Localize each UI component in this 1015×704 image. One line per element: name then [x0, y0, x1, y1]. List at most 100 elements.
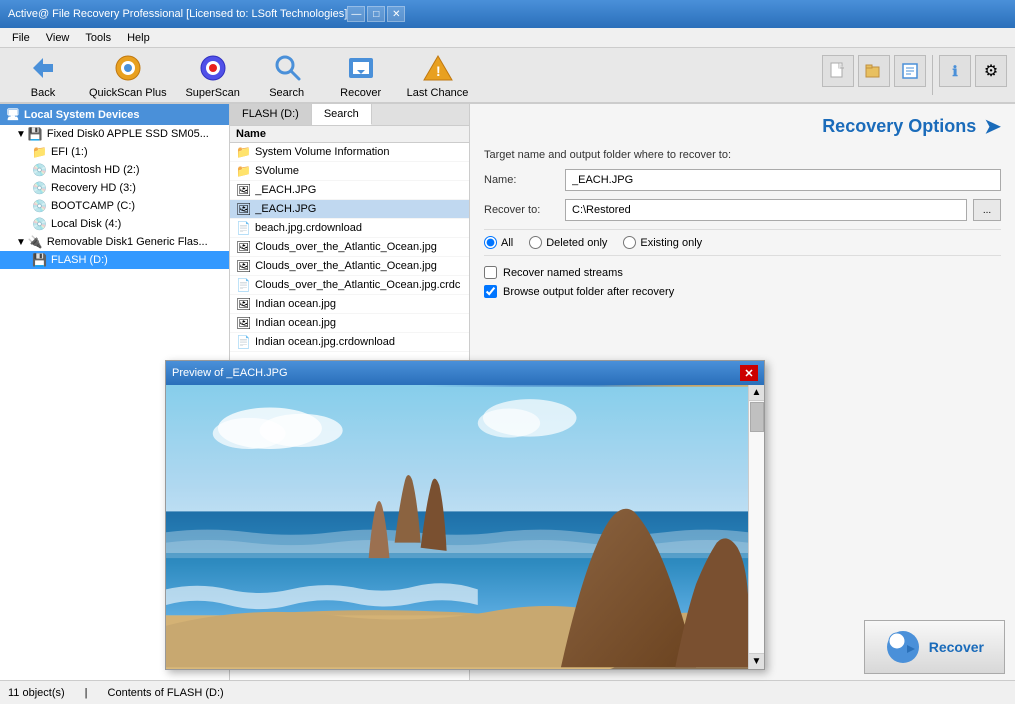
minimize-button[interactable]: — — [347, 6, 365, 22]
disk-icon: 💾 — [28, 127, 43, 141]
recover-main-button[interactable]: Recover — [864, 620, 1005, 674]
tab-search[interactable]: Search — [312, 104, 372, 125]
status-contents: Contents of FLASH (D:) — [108, 687, 224, 699]
file-list-header: Name — [230, 126, 469, 143]
browse-button[interactable]: ... — [973, 199, 1001, 221]
radio-all[interactable]: All — [484, 236, 513, 249]
preview-title: Preview of _EACH.JPG — [172, 367, 740, 379]
recover-to-input[interactable] — [565, 199, 967, 221]
scroll-track — [749, 401, 764, 653]
toolbar-right: ℹ ⚙ — [822, 55, 1007, 95]
image-icon: 🖼 — [236, 202, 251, 216]
preview-close-button[interactable]: ✕ — [740, 365, 758, 381]
scroll-up-button[interactable]: ▲ — [749, 385, 764, 401]
partition-icon: 💿 — [32, 217, 47, 231]
tree-item-efi[interactable]: 📁 EFI (1:) — [0, 143, 229, 161]
named-streams-checkbox[interactable] — [484, 266, 497, 279]
partition-icon: 💿 — [32, 181, 47, 195]
usb-icon: 🔌 — [28, 235, 43, 249]
app-title: Active@ File Recovery Professional [Lice… — [8, 8, 347, 20]
settings-button[interactable]: ⚙ — [975, 55, 1007, 87]
folder-icon: 📁 — [236, 145, 251, 159]
tree-item-local-disk[interactable]: 💿 Local Disk (4:) — [0, 215, 229, 233]
preview-content: ▲ ▼ — [166, 385, 764, 669]
file-item[interactable]: 🖼 Indian ocean.jpg — [230, 295, 469, 314]
preview-image — [166, 385, 748, 669]
close-button[interactable]: ✕ — [387, 6, 405, 22]
maximize-button[interactable]: □ — [367, 6, 385, 22]
expand-arrow-icon: ▼ — [16, 237, 26, 248]
file-item[interactable]: 📁 SVolume — [230, 162, 469, 181]
radio-deleted[interactable]: Deleted only — [529, 236, 607, 249]
browse-output-checkbox[interactable] — [484, 285, 497, 298]
preview-scrollbar[interactable]: ▲ ▼ — [748, 385, 764, 669]
panel-header: 🖥 Local System Devices — [0, 104, 229, 125]
file-item[interactable]: 🖼 Clouds_over_the_Atlantic_Ocean.jpg — [230, 238, 469, 257]
menu-help[interactable]: Help — [119, 30, 158, 46]
file-item[interactable]: 📄 beach.jpg.crdownload — [230, 219, 469, 238]
folder-icon: 📁 — [236, 164, 251, 178]
file-icon: 📄 — [236, 221, 251, 235]
lastchance-button[interactable]: ! Last Chance — [400, 51, 476, 99]
menu-tools[interactable]: Tools — [77, 30, 119, 46]
open-doc-button[interactable] — [858, 55, 890, 87]
tab-flash[interactable]: FLASH (D:) — [230, 104, 312, 125]
file-item[interactable]: 📄 Indian ocean.jpg.crdownload — [230, 333, 469, 352]
menubar: File View Tools Help — [0, 28, 1015, 48]
file-item[interactable]: 📄 Clouds_over_the_Atlantic_Ocean.jpg.crd… — [230, 276, 469, 295]
tab-bar: FLASH (D:) Search — [230, 104, 469, 126]
radio-existing[interactable]: Existing only — [623, 236, 702, 249]
checkbox-browse-output[interactable]: Browse output folder after recovery — [484, 285, 1001, 298]
file-item[interactable]: 🖼 _EACH.JPG — [230, 181, 469, 200]
menu-file[interactable]: File — [4, 30, 38, 46]
scroll-down-button[interactable]: ▼ — [749, 653, 764, 669]
recover-to-label: Recover to: — [484, 204, 559, 216]
name-input[interactable] — [565, 169, 1001, 191]
panel-header-icon: 🖥 — [6, 108, 20, 121]
image-icon: 🖼 — [236, 297, 251, 311]
partition-icon: 💿 — [32, 199, 47, 213]
tree-item-macintosh[interactable]: 💿 Macintosh HD (2:) — [0, 161, 229, 179]
back-icon — [27, 52, 59, 84]
file-item[interactable]: 📁 System Volume Information — [230, 143, 469, 162]
recovery-title: Recovery Options ➤ — [484, 114, 1001, 139]
recover-button-area: Recover — [864, 620, 1005, 674]
toolbar-separator — [932, 55, 933, 95]
image-icon: 🖼 — [236, 316, 251, 330]
tree-item-bootcamp[interactable]: 💿 BOOTCAMP (C:) — [0, 197, 229, 215]
tree-item-flash[interactable]: 💾 FLASH (D:) — [0, 251, 229, 269]
search-button[interactable]: Search — [252, 51, 322, 99]
file-item-selected[interactable]: 🖼 _EACH.JPG — [230, 200, 469, 219]
checkbox-named-streams[interactable]: Recover named streams — [484, 266, 1001, 279]
image-icon: 🖼 — [236, 240, 251, 254]
superscan-icon — [197, 52, 229, 84]
recover-icon — [345, 52, 377, 84]
recover-toolbar-button[interactable]: Recover — [326, 51, 396, 99]
status-objects: 11 object(s) — [8, 687, 65, 699]
back-button[interactable]: Back — [8, 51, 78, 99]
flash-icon: 💾 — [32, 253, 47, 267]
file-item[interactable]: 🖼 Indian ocean.jpg — [230, 314, 469, 333]
image-icon: 🖼 — [236, 183, 251, 197]
report-button[interactable] — [894, 55, 926, 87]
menu-view[interactable]: View — [38, 30, 78, 46]
new-doc-button[interactable] — [822, 55, 854, 87]
quickscan-button[interactable]: QuickScan Plus — [82, 51, 174, 99]
tree-item-recovery[interactable]: 💿 Recovery HD (3:) — [0, 179, 229, 197]
preview-titlebar: Preview of _EACH.JPG ✕ — [166, 361, 764, 385]
recover-btn-icon — [885, 629, 921, 665]
superscan-button[interactable]: SuperScan — [178, 51, 248, 99]
name-label: Name: — [484, 174, 559, 186]
name-field-row: Name: — [484, 169, 1001, 191]
search-icon — [271, 52, 303, 84]
info-button[interactable]: ℹ — [939, 55, 971, 87]
recover-to-field-row: Recover to: ... — [484, 199, 1001, 221]
status-separator: | — [85, 687, 88, 699]
file-item[interactable]: 🖼 Clouds_over_the_Atlantic_Ocean.jpg — [230, 257, 469, 276]
scroll-thumb[interactable] — [750, 402, 764, 432]
expand-arrow-icon: ▼ — [16, 129, 26, 140]
tree-item-fixed-disk[interactable]: ▼ 💾 Fixed Disk0 APPLE SSD SM05... — [0, 125, 229, 143]
toolbar: Back QuickScan Plus SuperScan Search Rec… — [0, 48, 1015, 104]
tree-item-removable[interactable]: ▼ 🔌 Removable Disk1 Generic Flas... — [0, 233, 229, 251]
partition-icon: 📁 — [32, 145, 47, 159]
